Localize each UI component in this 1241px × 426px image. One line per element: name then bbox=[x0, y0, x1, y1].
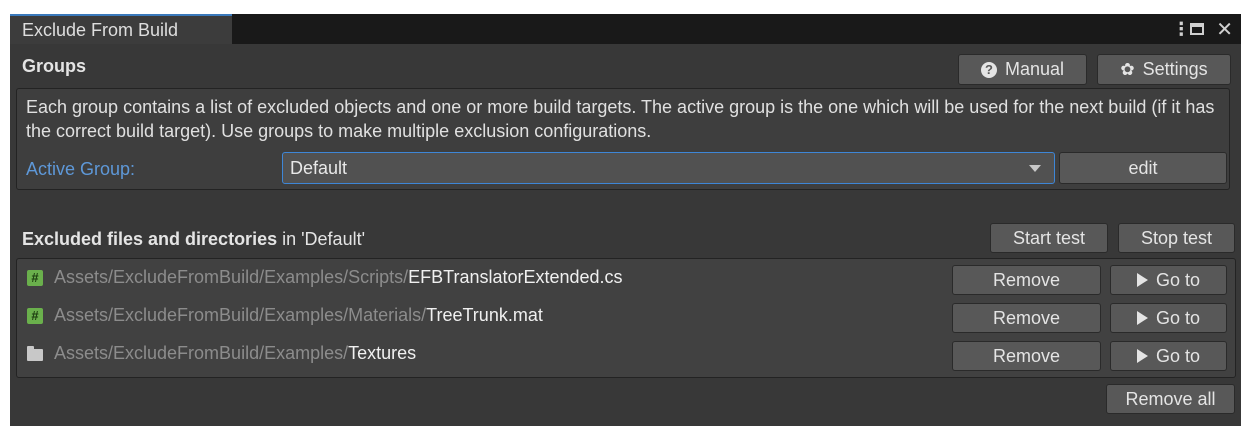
item-path: Assets/ExcludeFromBuild/Examples/Materia… bbox=[54, 305, 543, 326]
item-path: Assets/ExcludeFromBuild/Examples/Scripts… bbox=[54, 267, 623, 288]
excluded-heading-bold: Excluded files and directories bbox=[22, 229, 278, 249]
play-icon bbox=[1136, 273, 1148, 287]
go-to-label: Go to bbox=[1155, 269, 1201, 290]
tab-exclude-from-build[interactable]: Exclude From Build bbox=[10, 14, 232, 44]
manual-button[interactable]: ? Manual bbox=[958, 54, 1087, 85]
play-icon bbox=[1136, 311, 1148, 325]
go-to-button[interactable]: Go to bbox=[1110, 265, 1227, 295]
remove-all-button[interactable]: Remove all bbox=[1106, 384, 1235, 414]
more-options-icon[interactable]: ⋮ bbox=[1172, 19, 1190, 40]
csharp-script-icon: # bbox=[27, 308, 43, 324]
stop-test-button[interactable]: Stop test bbox=[1118, 223, 1235, 253]
close-icon[interactable]: ✕ bbox=[1216, 17, 1233, 42]
go-to-label: Go to bbox=[1155, 345, 1201, 366]
active-group-label: Active Group: bbox=[26, 159, 136, 179]
list-item: # Assets/ExcludeFromBuild/Examples/Mater… bbox=[17, 301, 1235, 335]
list-item: # Assets/ExcludeFromBuild/Examples/Scrip… bbox=[17, 263, 1235, 297]
csharp-script-icon: # bbox=[27, 270, 43, 286]
manual-button-label: Manual bbox=[1004, 59, 1065, 79]
folder-icon bbox=[27, 346, 43, 361]
edit-group-button[interactable]: edit bbox=[1059, 152, 1227, 184]
item-directory: Assets/ExcludeFromBuild/Examples/ bbox=[54, 343, 349, 363]
editor-window: Exclude From Build ⋮ ✕ Groups ? Manual ✿… bbox=[10, 14, 1241, 426]
group-description: Each group contains a list of excluded o… bbox=[26, 97, 1215, 141]
remove-button[interactable]: Remove bbox=[952, 265, 1101, 295]
remove-button[interactable]: Remove bbox=[952, 303, 1101, 333]
go-to-button[interactable]: Go to bbox=[1110, 341, 1227, 371]
chevron-down-icon bbox=[1029, 165, 1041, 172]
excluded-heading-suffix: in 'Default' bbox=[277, 229, 366, 249]
play-icon bbox=[1136, 349, 1148, 363]
go-to-button[interactable]: Go to bbox=[1110, 303, 1227, 333]
item-filename: Textures bbox=[348, 343, 417, 363]
settings-button[interactable]: ✿ Settings bbox=[1097, 54, 1231, 85]
excluded-heading: Excluded files and directories in 'Defau… bbox=[22, 229, 365, 250]
maximize-icon[interactable] bbox=[1190, 23, 1205, 35]
item-directory: Assets/ExcludeFromBuild/Examples/Materia… bbox=[54, 305, 427, 325]
excluded-list: # Assets/ExcludeFromBuild/Examples/Scrip… bbox=[16, 258, 1236, 378]
group-info-box: Each group contains a list of excluded o… bbox=[16, 88, 1230, 190]
item-filename: TreeTrunk.mat bbox=[426, 305, 543, 325]
go-to-label: Go to bbox=[1155, 307, 1201, 328]
list-item: Assets/ExcludeFromBuild/Examples/Texture… bbox=[17, 339, 1235, 373]
settings-button-label: Settings bbox=[1142, 59, 1208, 79]
active-group-value: Default bbox=[290, 158, 348, 178]
gear-icon: ✿ bbox=[1120, 59, 1135, 79]
start-test-button[interactable]: Start test bbox=[990, 223, 1108, 253]
remove-button[interactable]: Remove bbox=[952, 341, 1101, 371]
active-group-dropdown[interactable]: Default bbox=[282, 152, 1055, 184]
help-icon: ? bbox=[980, 61, 997, 78]
item-directory: Assets/ExcludeFromBuild/Examples/Scripts… bbox=[54, 267, 409, 287]
groups-heading: Groups bbox=[22, 56, 87, 76]
item-filename: EFBTranslatorExtended.cs bbox=[408, 267, 623, 287]
item-path: Assets/ExcludeFromBuild/Examples/Texture… bbox=[54, 343, 416, 364]
tab-bar: Exclude From Build ⋮ ✕ bbox=[10, 14, 1241, 44]
